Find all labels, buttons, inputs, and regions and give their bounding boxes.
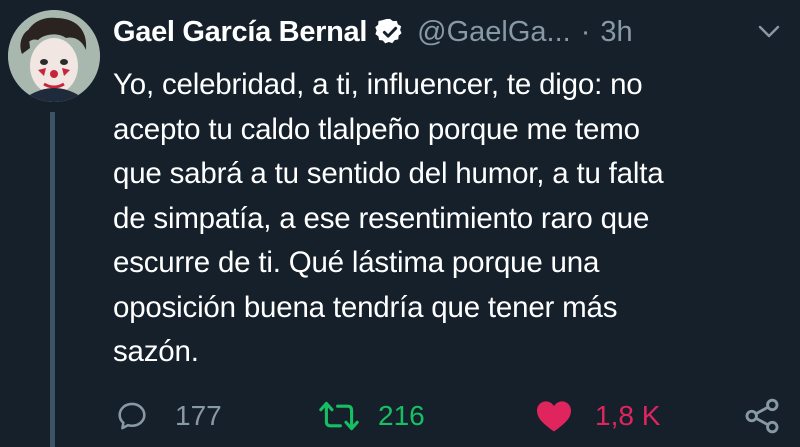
reply-icon xyxy=(115,399,149,433)
retweet-button[interactable]: 216 xyxy=(318,394,425,438)
retweet-icon xyxy=(318,399,360,433)
like-count: 1,8 K xyxy=(595,400,661,431)
display-name[interactable]: Gael García Bernal xyxy=(113,16,367,49)
tweet-header: Gael García Bernal @GaelGa... · 3h xyxy=(113,12,633,52)
thread-line xyxy=(50,112,55,447)
tweet-text: Yo, celebridad, a ti, influencer, te dig… xyxy=(113,68,664,368)
verified-icon xyxy=(375,17,405,47)
avatar[interactable] xyxy=(8,10,100,102)
tweet[interactable]: Gael García Bernal @GaelGa... · 3h Yo, c… xyxy=(0,0,800,447)
separator-dot: · xyxy=(580,15,591,48)
reply-button[interactable]: 177 xyxy=(115,394,222,438)
heart-icon xyxy=(535,399,573,433)
user-handle[interactable]: @GaelGa... xyxy=(417,16,571,49)
retweet-count: 216 xyxy=(378,400,425,431)
avatar-clown-face-image xyxy=(8,10,100,102)
tweet-time[interactable]: 3h xyxy=(600,16,632,49)
like-button[interactable]: 1,8 K xyxy=(535,394,660,438)
reply-count: 177 xyxy=(175,400,222,431)
chevron-down-icon[interactable] xyxy=(757,22,781,42)
share-button[interactable] xyxy=(743,394,781,438)
share-icon xyxy=(743,397,781,435)
